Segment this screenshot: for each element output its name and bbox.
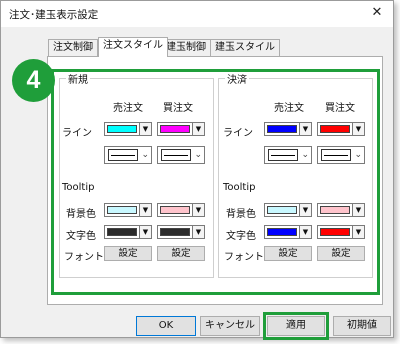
reset-defaults-button[interactable]: 初期値 [333, 316, 391, 336]
tab-position-control[interactable]: 建玉制御 [161, 39, 211, 56]
cancel-button[interactable]: キャンセル [200, 316, 260, 336]
window-title: 注文･建玉表示設定 [9, 9, 99, 21]
title-bar: 注文･建玉表示設定 ✕ [1, 1, 393, 27]
step-number-badge: 4 [12, 59, 55, 102]
group-new-title: 新規 [66, 71, 90, 86]
group-new: 新規 [59, 71, 214, 278]
tab-order-style[interactable]: 注文スタイル [98, 37, 168, 57]
close-icon[interactable]: ✕ [363, 1, 391, 25]
group-settle: 決済 [218, 71, 373, 278]
tab-order-control[interactable]: 注文制御 [48, 39, 98, 56]
tab-position-style[interactable]: 建玉スタイル [210, 39, 280, 56]
ok-button[interactable]: OK [136, 316, 196, 336]
group-settle-title: 決済 [225, 71, 249, 86]
apply-highlight-frame [263, 312, 329, 340]
